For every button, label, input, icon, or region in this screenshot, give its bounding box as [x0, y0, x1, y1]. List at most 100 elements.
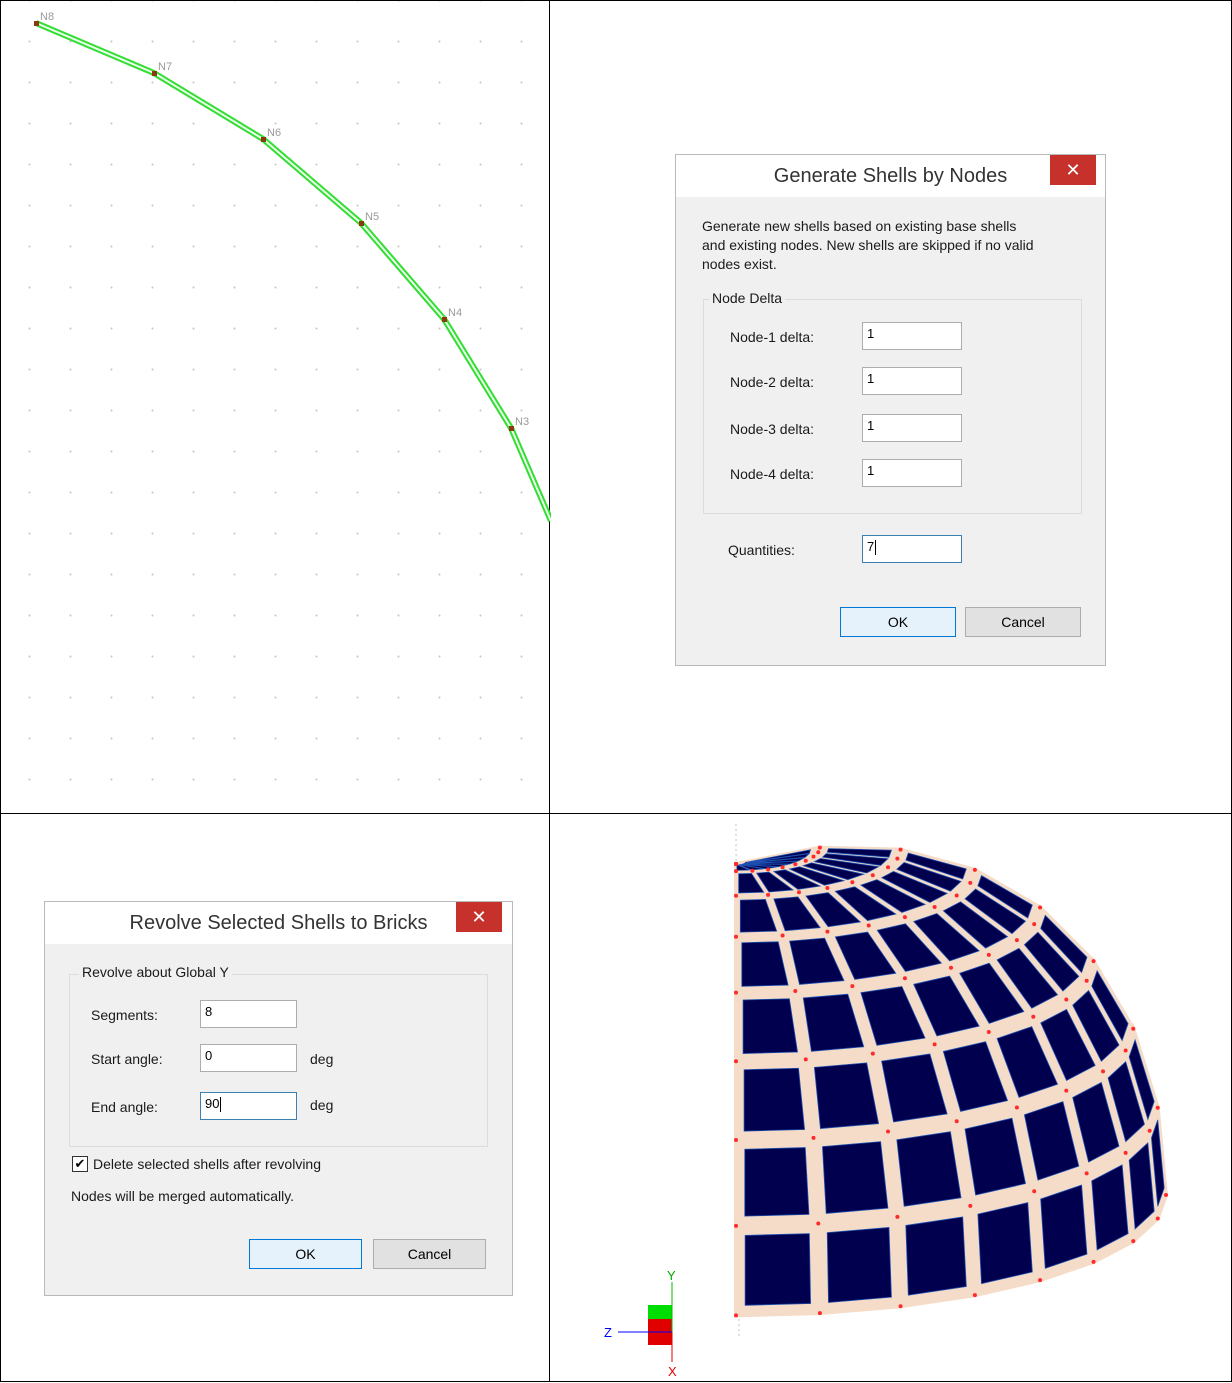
mesh-node[interactable] — [796, 890, 801, 895]
mesh-node[interactable] — [816, 850, 821, 855]
mesh-node[interactable] — [734, 990, 738, 995]
mesh-node[interactable] — [972, 1293, 977, 1298]
mesh-node[interactable] — [811, 854, 816, 859]
brick-element[interactable] — [813, 1062, 880, 1130]
delete-shells-label[interactable]: Delete selected shells after revolving — [93, 1156, 321, 1172]
ok-button[interactable]: OK — [249, 1239, 362, 1269]
mesh-node[interactable] — [968, 880, 973, 885]
mesh-node[interactable] — [734, 1223, 738, 1228]
mesh-node[interactable] — [766, 892, 771, 897]
mesh-node[interactable] — [817, 1311, 822, 1316]
mesh-node[interactable] — [1155, 1105, 1160, 1110]
arc-view-canvas[interactable]: N8 N7 N6 N5 N4 N3 — [1, 1, 551, 815]
brick-element[interactable] — [1040, 1184, 1088, 1269]
node-marker[interactable] — [152, 71, 157, 76]
mesh-node[interactable] — [1147, 1128, 1152, 1133]
mesh-node[interactable] — [1131, 1239, 1136, 1244]
mesh-node[interactable] — [986, 952, 991, 957]
mesh-node[interactable] — [803, 858, 808, 863]
mesh-node[interactable] — [870, 873, 875, 878]
mesh-node[interactable] — [780, 933, 785, 938]
mesh-node[interactable] — [898, 1304, 903, 1309]
brick-element[interactable] — [977, 1202, 1033, 1285]
mesh-node[interactable] — [811, 1135, 816, 1140]
brick-element[interactable] — [743, 1067, 805, 1132]
mesh-node[interactable] — [1123, 1048, 1128, 1053]
mesh-node[interactable] — [932, 905, 937, 910]
node-marker[interactable] — [359, 221, 364, 226]
mesh-node[interactable] — [949, 965, 953, 970]
quantities-input[interactable]: 7 — [862, 535, 962, 563]
mesh-node[interactable] — [793, 989, 798, 994]
mesh-node[interactable] — [803, 1057, 808, 1062]
cancel-button[interactable]: Cancel — [373, 1239, 486, 1269]
mesh-node[interactable] — [1032, 922, 1037, 927]
mesh-node[interactable] — [954, 893, 959, 898]
mesh-node[interactable] — [870, 1051, 875, 1056]
mesh-node[interactable] — [1091, 1259, 1096, 1264]
mesh-node[interactable] — [734, 862, 738, 866]
mesh-node[interactable] — [780, 865, 785, 870]
mesh-node[interactable] — [734, 893, 738, 898]
node-marker[interactable] — [509, 426, 514, 431]
mesh-node[interactable] — [1155, 1216, 1160, 1221]
mesh-node[interactable] — [816, 1221, 821, 1226]
mesh-node[interactable] — [986, 1029, 991, 1034]
mesh-node[interactable] — [734, 1313, 738, 1318]
brick-element[interactable] — [826, 1226, 892, 1303]
node-marker[interactable] — [261, 137, 266, 142]
start-angle-input[interactable]: 0 — [200, 1044, 297, 1072]
mesh-node[interactable] — [1131, 1026, 1136, 1031]
mesh-node[interactable] — [902, 976, 907, 981]
mesh-node[interactable] — [886, 865, 891, 870]
mesh-node[interactable] — [902, 915, 907, 920]
brick-element[interactable] — [896, 1131, 962, 1207]
mesh-node[interactable] — [766, 867, 771, 872]
mesh-node[interactable] — [866, 923, 871, 928]
mesh-node[interactable] — [825, 885, 830, 890]
brick-element[interactable] — [744, 1147, 810, 1217]
mesh-node[interactable] — [734, 1059, 738, 1064]
mesh-node[interactable] — [972, 867, 977, 872]
mesh-node[interactable] — [1031, 1014, 1036, 1019]
mesh-node[interactable] — [895, 1214, 900, 1219]
mesh-node[interactable] — [1038, 1278, 1043, 1283]
mesh-node[interactable] — [793, 862, 798, 867]
ok-button[interactable]: OK — [840, 607, 956, 637]
cancel-button[interactable]: Cancel — [965, 607, 1081, 637]
mesh-node[interactable] — [886, 1129, 891, 1134]
close-button[interactable]: ✕ — [456, 902, 502, 932]
brick-element[interactable] — [744, 1233, 811, 1306]
mesh-node[interactable] — [1014, 1105, 1019, 1110]
delete-shells-checkbox[interactable]: ✔ — [72, 1156, 88, 1172]
brick-element[interactable] — [905, 1216, 967, 1296]
node-marker[interactable] — [442, 317, 447, 322]
mesh-node[interactable] — [968, 1203, 973, 1208]
end-angle-input[interactable]: 90 — [200, 1092, 297, 1120]
node-marker[interactable] — [34, 21, 39, 26]
mesh-node[interactable] — [1084, 1171, 1089, 1176]
mesh-node[interactable] — [1164, 1193, 1168, 1197]
close-button[interactable]: ✕ — [1050, 155, 1096, 185]
mesh-node[interactable] — [1038, 905, 1043, 910]
node-1-delta-input[interactable]: 1 — [862, 322, 962, 350]
mesh-node[interactable] — [750, 868, 755, 873]
mesh-node[interactable] — [1032, 1189, 1037, 1194]
mesh-node[interactable] — [1064, 997, 1069, 1002]
mesh-node[interactable] — [1101, 1069, 1106, 1074]
mesh-node[interactable] — [1014, 938, 1019, 943]
mesh-node[interactable] — [1123, 1150, 1128, 1155]
mesh-node[interactable] — [734, 934, 738, 939]
mesh-node[interactable] — [1091, 959, 1096, 964]
mesh-node[interactable] — [954, 1119, 959, 1124]
brick-element[interactable] — [742, 998, 798, 1054]
mesh-node[interactable] — [895, 856, 900, 861]
node-4-delta-input[interactable]: 1 — [862, 459, 962, 487]
mesh-node[interactable] — [734, 869, 738, 874]
mesh-node[interactable] — [817, 845, 822, 850]
mesh-node[interactable] — [898, 847, 903, 852]
mesh-node[interactable] — [825, 929, 830, 934]
node-2-delta-input[interactable]: 1 — [862, 367, 962, 395]
mesh-node[interactable] — [850, 880, 855, 885]
brick-element[interactable] — [822, 1141, 889, 1214]
